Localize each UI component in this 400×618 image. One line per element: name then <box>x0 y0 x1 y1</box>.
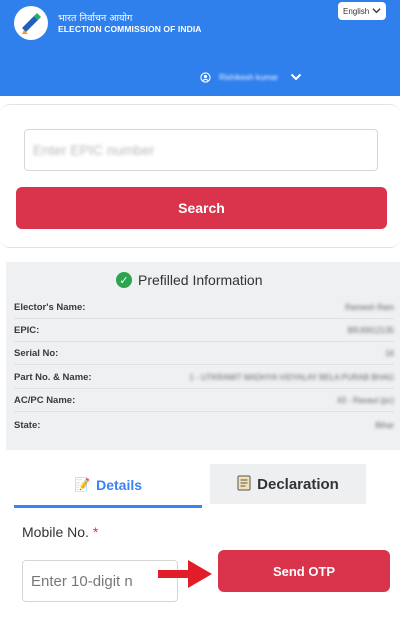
epic-number-input[interactable] <box>24 129 378 171</box>
mobile-number-input[interactable] <box>22 560 178 602</box>
info-value: 43 - Raxaul (pc) <box>337 396 394 405</box>
info-row-epic: EPIC: BRJ0912135 <box>14 320 394 342</box>
info-value: 1 - UTKRAMIT MADHYA VIDYALAY BELA PURAB … <box>189 373 394 382</box>
tab-declaration[interactable]: Declaration <box>210 464 366 504</box>
header-bar: भारत निर्वाचन आयोग ELECTION COMMISSION O… <box>0 0 400 96</box>
prefilled-information-title: ✓ Prefilled Information <box>116 272 263 288</box>
info-row-elector-name: Elector's Name: Ramesh Ram <box>14 297 394 319</box>
info-label: Elector's Name: <box>14 302 86 313</box>
info-row-ac-pc-name: AC/PC Name: 43 - Raxaul (pc) <box>14 390 394 412</box>
info-label: Serial No: <box>14 348 59 359</box>
info-value: Ramesh Ram <box>345 303 394 312</box>
info-value: 16 <box>385 349 394 358</box>
check-circle-icon: ✓ <box>116 272 132 288</box>
red-arrow-icon <box>158 560 212 588</box>
user-menu[interactable]: Rishikesh kumar <box>200 70 302 84</box>
tab-details-label: Details <box>96 476 143 493</box>
chevron-down-icon <box>372 8 381 14</box>
mobile-number-label: Mobile No. * <box>22 524 98 540</box>
info-label: AC/PC Name: <box>14 395 76 406</box>
document-icon <box>237 475 251 494</box>
info-row-part-no: Part No. & Name: 1 - UTKRAMIT MADHYA VID… <box>14 367 394 389</box>
language-select-value: English <box>343 6 370 16</box>
eci-logo <box>14 6 48 40</box>
chevron-down-icon <box>290 73 302 81</box>
epic-search-card: Search <box>0 104 400 248</box>
tab-declaration-label: Declaration <box>257 475 339 493</box>
info-row-serial-no: Serial No: 16 <box>14 343 394 365</box>
header-title-hindi: भारत निर्वाचन आयोग <box>58 13 133 24</box>
info-label: EPIC: <box>14 325 40 336</box>
language-select[interactable]: English <box>338 2 386 20</box>
user-name: Rishikesh kumar <box>219 72 279 82</box>
info-value: BRJ0912135 <box>347 326 394 335</box>
info-value: Bihar <box>375 420 394 430</box>
prefilled-information-panel: ✓ Prefilled Information Elector's Name: … <box>6 262 400 450</box>
info-label: State: <box>14 419 41 431</box>
user-icon <box>200 71 211 83</box>
search-button[interactable]: Search <box>16 187 387 229</box>
info-row-state: State: Bihar <box>14 414 394 436</box>
prefilled-title-text: Prefilled Information <box>138 272 263 288</box>
send-otp-button[interactable]: Send OTP <box>218 550 390 592</box>
mobile-label-text: Mobile No. <box>22 524 89 540</box>
info-label: Part No. & Name: <box>14 372 92 383</box>
required-mark: * <box>92 524 99 540</box>
tab-details[interactable]: 📝 Details <box>14 464 202 508</box>
memo-icon: 📝 <box>73 476 91 492</box>
header-title-english: ELECTION COMMISSION OF INDIA <box>58 24 202 34</box>
